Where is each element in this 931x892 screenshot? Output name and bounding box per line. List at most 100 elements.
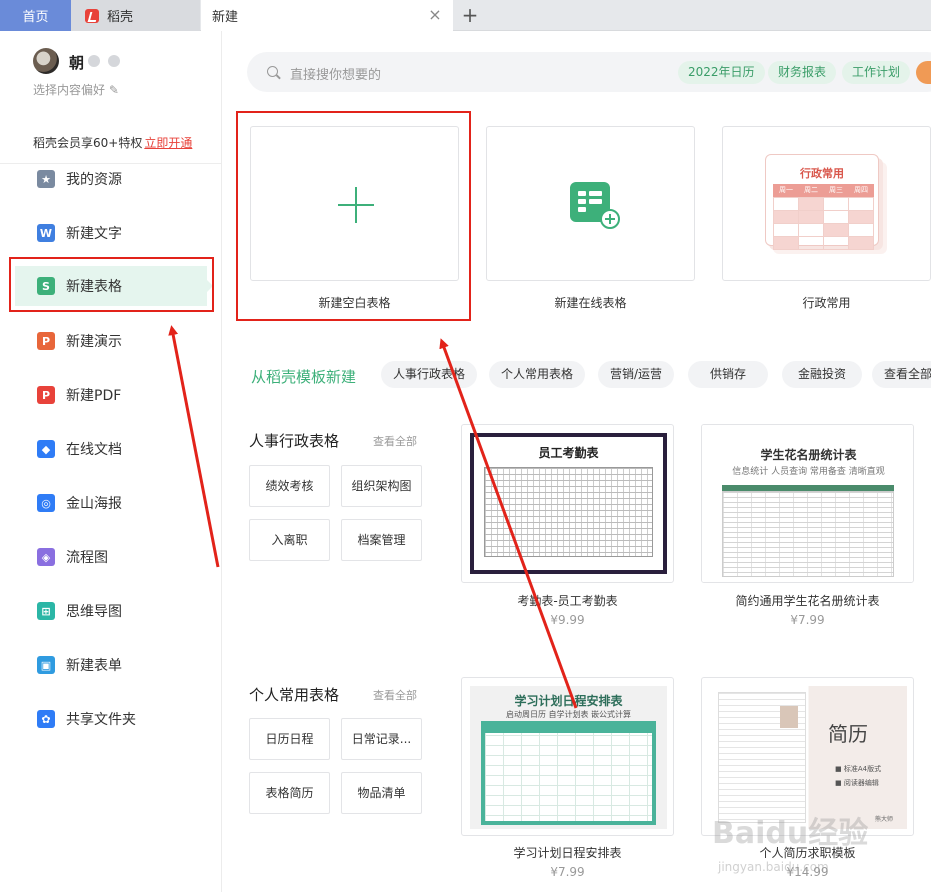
tag-button[interactable]: 入离职 — [249, 519, 330, 561]
new-online-sheet-card[interactable] — [486, 126, 695, 281]
resume-thumbnail: 简历 ■ 标准A4版式 ■ 阅读器编辑 熊大师 — [710, 686, 907, 829]
day-label: 周四 — [848, 184, 874, 198]
view-all-link[interactable]: 查看全部 — [373, 433, 417, 449]
tag-button[interactable]: 档案管理 — [341, 519, 422, 561]
sidebar-item[interactable]: P 新建演示 — [15, 321, 207, 361]
search-chip-finance[interactable]: 财务报表 — [768, 61, 837, 84]
tag-button[interactable]: 日历日程 — [249, 718, 330, 760]
tab-home[interactable]: 首页 — [0, 0, 71, 31]
new-blank-sheet-label[interactable]: 新建空白表格 — [250, 294, 459, 311]
thumbnail-bullet: ■ 标准A4版式 — [835, 765, 882, 773]
level-badge-icon — [108, 55, 120, 67]
search-chip-workplan[interactable]: 工作计划 — [842, 61, 911, 84]
thumbnail-bullet: ■ 阅读器编辑 — [835, 779, 879, 787]
spreadsheet-s-icon: S — [37, 277, 55, 295]
template-price: ¥7.99 — [790, 613, 825, 627]
thumbnail-grid — [722, 491, 894, 577]
tab-new[interactable]: 新建 — [201, 0, 453, 31]
user-name: 朝 — [69, 54, 85, 72]
sidebar-item[interactable]: ⊞ 思维导图 — [15, 591, 207, 631]
poster-icon: ◎ — [37, 494, 55, 512]
sidebar-item[interactable]: ▣ 新建表单 — [15, 645, 207, 685]
template-name[interactable]: 考勤表-员工考勤表 — [461, 592, 674, 609]
vip-promo: 稻壳会员享60+特权 立即开通 — [33, 134, 192, 151]
sidebar-item-label: 流程图 — [66, 550, 108, 566]
add-tab-icon[interactable]: + — [459, 4, 481, 26]
template-card-resume[interactable]: 简历 ■ 标准A4版式 ■ 阅读器编辑 熊大师 — [701, 677, 914, 836]
sidebar-item-label: 新建表格 — [66, 279, 122, 295]
pill-supply[interactable]: 供销存 — [688, 361, 769, 388]
pill-finance[interactable]: 金融投资 — [782, 361, 863, 388]
thumbnail-author: 熊大师 — [875, 816, 894, 823]
content-preference-link[interactable]: 选择内容偏好 ✎ — [33, 81, 119, 98]
admin-common-card[interactable]: 行政常用 周一 周二 周三 周四 — [722, 126, 931, 281]
template-card-attendance[interactable]: 员工考勤表 — [461, 424, 674, 583]
sidebar-item-label: 新建PDF — [66, 388, 122, 404]
study-plan-thumbnail: 学习计划日程安排表 启动周日历 自学计划表 嵌公式计算 — [470, 686, 667, 829]
thumbnail-calendar — [481, 721, 656, 825]
template-price: ¥7.99 — [550, 865, 585, 879]
tab-bar: 首页 稻壳 新建 × + — [0, 0, 931, 31]
vip-text: 稻壳会员享60+特权 — [33, 136, 143, 150]
preference-label: 选择内容偏好 — [33, 83, 106, 97]
sidebar-item[interactable]: ★ 我的资源 — [15, 159, 207, 199]
student-roster-thumbnail: 学生花名册统计表 信息统计 人员查询 常用备查 清晰直观 — [702, 425, 913, 582]
tab-daoke[interactable]: 稻壳 — [71, 0, 200, 31]
tab-new-label: 新建 — [212, 10, 239, 25]
search-bar[interactable]: 直接搜你想要的 2022年日历 财务报表 工作计划 — [247, 52, 931, 92]
template-card-student-roster[interactable]: 学生花名册统计表 信息统计 人员查询 常用备查 清晰直观 — [701, 424, 914, 583]
admin-preview-grid: 周一 周二 周三 周四 — [773, 184, 874, 250]
admin-preview-title: 行政常用 — [800, 167, 844, 180]
day-label: 周二 — [798, 184, 824, 198]
pill-hr-admin[interactable]: 人事行政表格 — [381, 361, 478, 388]
sidebar-item[interactable]: S 新建表格 — [15, 266, 213, 306]
vip-open-link[interactable]: 立即开通 — [144, 136, 192, 150]
sidebar-item[interactable]: ◎ 金山海报 — [15, 483, 207, 523]
sidebar-item[interactable]: P 新建PDF — [15, 375, 207, 415]
sidebar-item-label: 金山海报 — [66, 496, 122, 512]
category-title: 人事行政表格 — [249, 432, 340, 450]
member-badge-icon — [88, 55, 100, 67]
template-name[interactable]: 个人简历求职模板 — [701, 844, 914, 861]
thumbnail-title: 简历 — [828, 722, 868, 746]
admin-common-label[interactable]: 行政常用 — [722, 294, 931, 311]
close-icon[interactable]: × — [428, 7, 442, 23]
sidebar: 朝 选择内容偏好 ✎ 稻壳会员享60+特权 立即开通 ★ 我的资源 W 新建文字 S 新建表… — [0, 31, 222, 892]
sidebar-item-label: 在线文档 — [66, 442, 122, 458]
template-name[interactable]: 学习计划日程安排表 — [461, 844, 674, 861]
tab-daoke-label: 稻壳 — [107, 10, 134, 25]
tag-button[interactable]: 组织架构图 — [341, 465, 422, 507]
pill-marketing[interactable]: 营销/运营 — [598, 361, 675, 388]
star-icon: ★ — [37, 170, 55, 188]
tag-button[interactable]: 绩效考核 — [249, 465, 330, 507]
search-chip-calendar[interactable]: 2022年日历 — [678, 61, 765, 84]
sidebar-item-label: 我的资源 — [66, 172, 122, 188]
pill-personal[interactable]: 个人常用表格 — [489, 361, 586, 388]
search-chip-more[interactable] — [916, 61, 931, 84]
tag-button[interactable]: 物品清单 — [341, 772, 422, 814]
mindmap-icon: ⊞ — [37, 602, 55, 620]
new-blank-sheet-card[interactable] — [250, 126, 459, 281]
thumbnail-title: 学习计划日程安排表 — [514, 694, 623, 708]
admin-sheet-preview: 行政常用 周一 周二 周三 周四 — [765, 154, 879, 250]
template-card-study-plan[interactable]: 学习计划日程安排表 启动周日历 自学计划表 嵌公式计算 — [461, 677, 674, 836]
day-label: 周一 — [773, 184, 799, 198]
tag-button[interactable]: 日常记录... — [341, 718, 422, 760]
category-title: 个人常用表格 — [249, 686, 340, 704]
add-circle-icon — [600, 209, 620, 229]
sidebar-item[interactable]: ◆ 在线文档 — [15, 429, 207, 469]
sidebar-item[interactable]: ✿ 共享文件夹 — [15, 699, 207, 739]
tag-button[interactable]: 表格简历 — [249, 772, 330, 814]
plus-icon-vertical — [355, 187, 357, 223]
sidebar-item[interactable]: W 新建文字 — [15, 213, 207, 253]
template-name[interactable]: 简约通用学生花名册统计表 — [701, 592, 914, 609]
sidebar-item[interactable]: ◈ 流程图 — [15, 537, 207, 577]
avatar[interactable] — [33, 48, 59, 74]
thumbnail-title: 员工考勤表 — [538, 446, 599, 460]
pill-view-all[interactable]: 查看全部 — [872, 361, 931, 388]
new-online-sheet-label[interactable]: 新建在线表格 — [486, 294, 695, 311]
search-input[interactable]: 直接搜你想要的 — [290, 64, 381, 83]
search-icon — [267, 66, 278, 77]
view-all-link[interactable]: 查看全部 — [373, 687, 417, 703]
sidebar-item-label: 共享文件夹 — [66, 712, 136, 728]
